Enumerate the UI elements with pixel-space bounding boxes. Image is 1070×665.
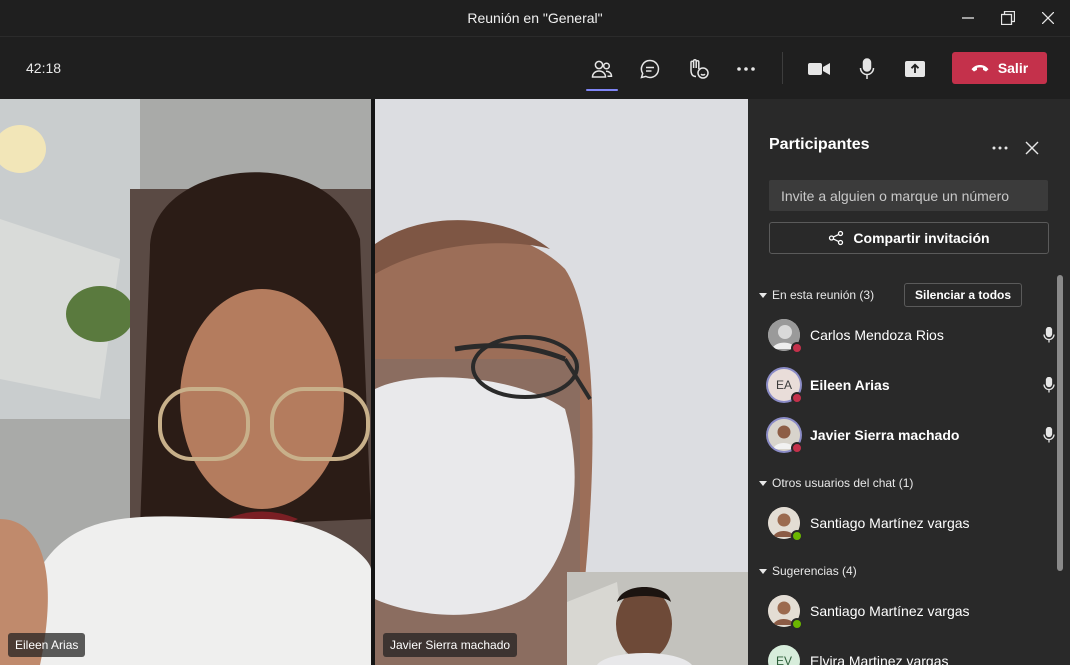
microphone-icon xyxy=(859,58,875,79)
chevron-down-icon xyxy=(756,480,770,486)
meeting-timer: 42:18 xyxy=(26,60,62,76)
video-camera-icon xyxy=(808,63,830,75)
panel-close-button[interactable] xyxy=(1020,136,1044,160)
participant-name: Santiago Martínez vargas xyxy=(810,515,970,531)
video-tile-eileen[interactable]: Eileen Arias xyxy=(0,99,371,665)
minimize-button[interactable] xyxy=(948,0,988,36)
show-conversation-button[interactable] xyxy=(632,51,668,87)
panel-scrollbar[interactable] xyxy=(1057,275,1063,571)
invite-search-input[interactable] xyxy=(769,180,1048,211)
panel-more-options-button[interactable] xyxy=(988,136,1012,160)
presence-busy-badge xyxy=(791,392,803,404)
participant-name: Eileen Arias xyxy=(810,377,890,393)
participant-row[interactable]: Santiago Martínez vargas xyxy=(768,503,1058,543)
close-icon xyxy=(1025,141,1039,155)
section-label: En esta reunión (3) xyxy=(772,288,875,302)
title-bar: Reunión en "General" xyxy=(0,0,1070,37)
minimize-icon xyxy=(962,17,974,19)
share-icon xyxy=(829,230,844,246)
participant-name: Carlos Mendoza Rios xyxy=(810,327,944,343)
presence-busy-badge xyxy=(791,342,803,354)
restore-icon xyxy=(1001,11,1015,25)
participant-name: Elvira Martinez vargas xyxy=(810,653,949,665)
presence-available-badge xyxy=(791,530,803,542)
maximize-button[interactable] xyxy=(988,0,1028,36)
self-video-preview[interactable] xyxy=(567,572,748,665)
meeting-toolbar: 42:18 Salir xyxy=(0,37,1070,99)
participant-name: Javier Sierra machado xyxy=(810,427,960,443)
participant-row[interactable]: EA Eileen Arias xyxy=(768,365,1058,405)
mute-all-button[interactable]: Silenciar a todos xyxy=(904,283,1023,307)
video-stage: Eileen Arias Javier Sierra machado xyxy=(0,99,748,665)
hang-up-icon xyxy=(971,65,989,72)
self-video-image xyxy=(567,572,748,665)
avatar xyxy=(768,319,803,354)
show-participants-button[interactable] xyxy=(584,51,620,91)
suggestion-row[interactable]: EV Elvira Martinez vargas xyxy=(768,641,1058,665)
microphone-icon xyxy=(1040,426,1058,444)
chevron-down-icon xyxy=(756,568,770,574)
presence-busy-badge xyxy=(791,442,803,454)
people-icon xyxy=(591,60,613,78)
more-actions-button[interactable] xyxy=(728,51,764,87)
close-icon xyxy=(1042,12,1054,24)
avatar xyxy=(768,507,803,542)
suggestion-row[interactable]: Santiago Martínez vargas xyxy=(768,591,1058,631)
chat-icon xyxy=(640,59,660,79)
section-label: Sugerencias (4) xyxy=(772,564,857,578)
toolbar-divider xyxy=(782,52,783,84)
more-icon xyxy=(992,146,1008,150)
window-title: Reunión en "General" xyxy=(467,10,603,26)
avatar-initials: EV xyxy=(775,654,792,665)
section-suggestions[interactable]: Sugerencias (4) xyxy=(756,560,857,582)
section-label: Otros usuarios del chat (1) xyxy=(772,476,914,490)
participant-row[interactable]: Carlos Mendoza Rios xyxy=(768,315,1058,355)
more-icon xyxy=(737,67,755,71)
section-in-meeting[interactable]: En esta reunión (3) xyxy=(756,284,874,306)
participant-video-image xyxy=(0,99,371,665)
presence-available-badge xyxy=(791,618,803,630)
section-chat-users[interactable]: Otros usuarios del chat (1) xyxy=(756,472,913,494)
avatar: EA xyxy=(768,369,803,404)
share-screen-icon xyxy=(905,61,925,77)
panel-title: Participantes xyxy=(769,136,870,153)
share-content-button[interactable] xyxy=(897,51,933,87)
participant-row[interactable]: Javier Sierra machado xyxy=(768,415,1058,455)
close-window-button[interactable] xyxy=(1028,0,1068,36)
leave-button[interactable]: Salir xyxy=(952,52,1047,84)
video-name-label: Eileen Arias xyxy=(8,633,86,657)
chevron-down-icon xyxy=(756,292,770,298)
avatar xyxy=(768,595,803,630)
microphone-icon xyxy=(1040,376,1058,394)
camera-toggle-button[interactable] xyxy=(801,51,837,87)
avatar: EV xyxy=(768,645,800,665)
video-name-label: Javier Sierra machado xyxy=(383,633,518,657)
leave-label: Salir xyxy=(997,60,1029,76)
microphone-icon xyxy=(1040,326,1058,344)
mic-toggle-button[interactable] xyxy=(849,51,885,87)
share-invitation-label: Compartir invitación xyxy=(853,230,990,246)
raise-hand-reactions-button[interactable] xyxy=(680,51,716,87)
participant-name: Santiago Martínez vargas xyxy=(810,603,970,619)
avatar xyxy=(768,419,803,454)
hand-smile-icon xyxy=(690,59,709,79)
share-invitation-button[interactable]: Compartir invitación xyxy=(769,222,1049,254)
participants-panel: Participantes Compartir invitación En es… xyxy=(748,99,1070,665)
